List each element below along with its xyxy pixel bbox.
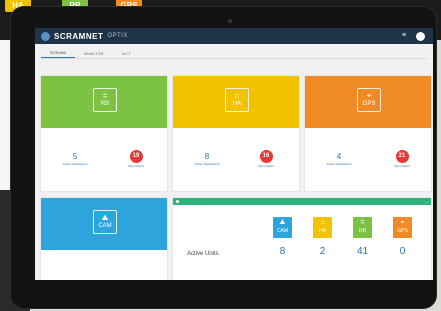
rb-alerts-label: Open Alerts [128,164,144,168]
tab-bar: Scram Analyze Act [41,46,427,59]
logo-icon [41,31,50,41]
active-units-panel: – Active Units ⛰ CAM 8 ⌂ HA 2 ≑ RB 41 ⌖ GPS … [173,198,431,280]
rb-participants[interactable]: 5 Active Participants [55,152,95,166]
rb-alerts-badge: 19 [129,150,143,163]
gps-alerts-label: Open Alerts [394,164,410,168]
cam-mountain-icon: ⛰ CAM [93,210,117,234]
gps-participants-count: 4 [336,152,342,161]
brand-name: SCRAMNET [54,31,104,41]
rb-participants-label: Active Participants [62,162,88,166]
unit-rb-count[interactable]: 41 [353,246,372,257]
gps-card-header: ⌖ GPS [305,76,431,128]
tab-act[interactable]: Act [113,51,140,58]
tab-scram[interactable]: Scram [41,50,75,58]
unit-gps-icon: ⌖ GPS [393,217,412,238]
collapse-icon[interactable]: – [426,199,428,204]
unit-ha-count[interactable]: 2 [313,246,332,257]
app-header: SCRAMNET OPTIX ≡ [35,28,433,44]
ha-participants[interactable]: 8 Active Participants [185,152,229,166]
unit-ha-icon: ⌂ HA [313,217,332,238]
unit-gps-count[interactable]: 0 [393,246,412,257]
rb-card[interactable]: ≑ RB 5 Active Participants 19 Open Alert… [41,76,167,191]
ha-alerts-label: Open Alerts [258,164,274,168]
menu-icon[interactable]: ≡ [400,32,408,40]
active-units-label: Active Units [187,251,219,257]
tablet-device: SCRAMNET OPTIX ≡ Scram Analyze Act ≑ RB … [10,6,437,309]
rb-participants-count: 5 [72,152,78,161]
unit-rb-icon: ≑ RB [353,217,372,238]
ha-participants-label: Active Participants [194,162,220,166]
gps-participants-label: Active Participants [326,162,352,166]
rb-device-icon: ≑ RB [93,88,117,112]
gps-alerts[interactable]: 21 Open Alerts [385,150,419,168]
ha-card[interactable]: ⌂ HA 8 Active Participants 16 Open Alert… [173,76,299,191]
ha-participants-count: 8 [204,152,210,161]
camera-icon [228,19,232,23]
gps-pin-icon: ⌖ GPS [357,88,381,112]
ha-alerts-badge: 16 [259,150,273,163]
product-name: OPTIX [107,33,128,39]
gps-card[interactable]: ⌖ GPS 4 Active Participants 21 Open Aler… [305,76,431,191]
unit-cam-count[interactable]: 8 [273,246,292,257]
panel-header-icon [176,200,179,203]
unit-cam-icon: ⛰ CAM [273,217,292,238]
gps-participants[interactable]: 4 Active Participants [317,152,361,166]
cam-card[interactable]: ⛰ CAM [41,198,167,280]
rb-card-header: ≑ RB [41,76,167,128]
rb-alerts[interactable]: 19 Open Alerts [119,150,153,168]
gps-alerts-badge: 21 [395,150,409,163]
ha-card-header: ⌂ HA [173,76,299,128]
cam-card-header: ⛰ CAM [41,198,167,250]
active-units-panel-header: – [173,198,431,205]
house-arrest-icon: ⌂ HA [225,88,249,112]
user-avatar[interactable] [416,31,425,41]
tab-analyze[interactable]: Analyze [75,51,113,58]
app-screen: SCRAMNET OPTIX ≡ Scram Analyze Act ≑ RB … [35,28,433,280]
ha-alerts[interactable]: 16 Open Alerts [249,150,283,168]
